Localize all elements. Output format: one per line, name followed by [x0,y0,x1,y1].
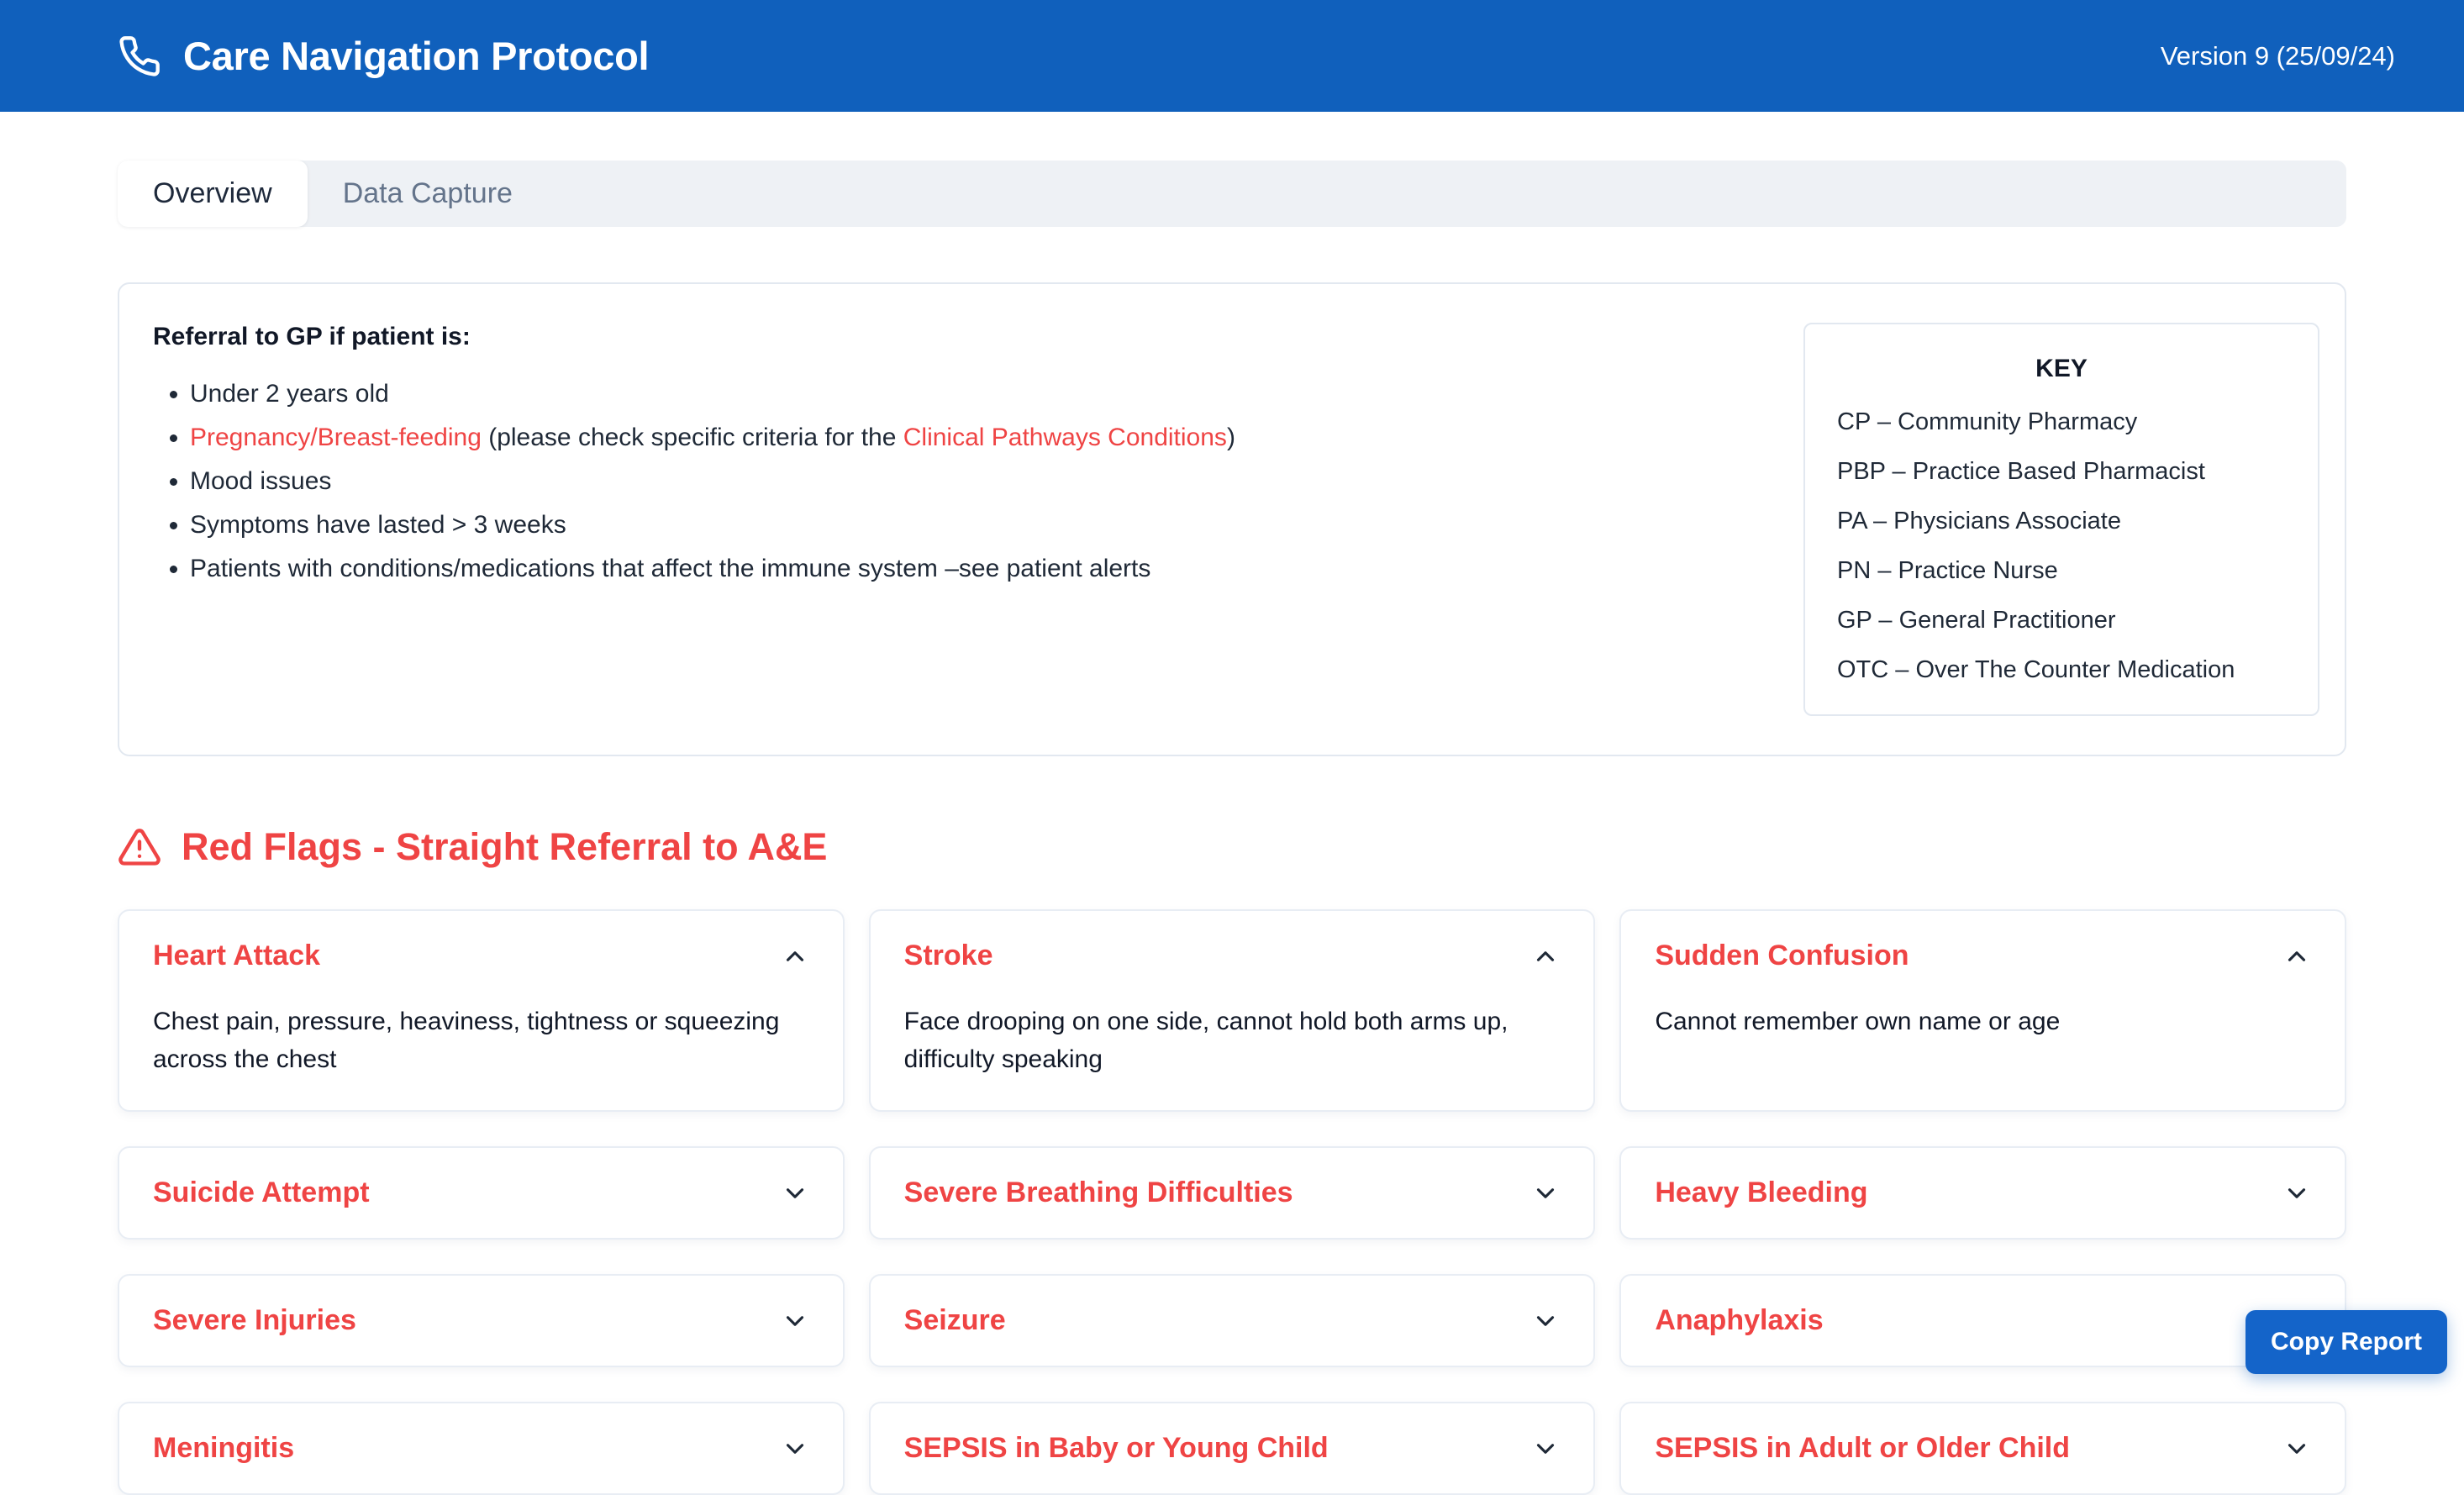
tab-data-capture[interactable]: Data Capture [308,161,548,227]
chevron-down-icon[interactable] [1531,1179,1560,1208]
card-severe-injuries: Severe Injuries [118,1274,845,1367]
bullet-text: Symptoms have lasted > 3 weeks [190,511,566,539]
chevron-down-icon[interactable] [1531,1434,1560,1463]
card-anaphylaxis: Anaphylaxis [1619,1274,2346,1367]
card-toggle[interactable]: SEPSIS in Adult or Older Child [1655,1432,2311,1465]
referral-bullet-list: Under 2 years old Pregnancy/Breast-feedi… [153,380,1235,583]
chevron-up-icon[interactable] [781,942,809,971]
card-toggle[interactable]: SEPSIS in Baby or Young Child [904,1432,1561,1465]
referral-bullet: Under 2 years old [190,380,1235,408]
referral-bullet: Mood issues [190,467,1235,496]
key-legend: KEY CP – Community Pharmacy PBP – Practi… [1803,323,2319,716]
card-sepsis-baby: SEPSIS in Baby or Young Child [869,1402,1596,1495]
tab-bar: Overview Data Capture [118,161,2346,227]
red-flags-grid: Heart Attack Chest pain, pressure, heavi… [118,909,2346,1495]
card-suicide-attempt: Suicide Attempt [118,1146,845,1240]
card-title: Heavy Bleeding [1655,1177,1867,1209]
referral-heading: Referral to GP if patient is: [153,323,1235,351]
card-toggle[interactable]: Suicide Attempt [153,1177,809,1209]
red-flags-heading-text: Red Flags - Straight Referral to A&E [182,825,827,869]
key-item: OTC – Over The Counter Medication [1837,656,2286,684]
card-toggle[interactable]: Sudden Confusion [1655,940,2311,972]
copy-report-button[interactable]: Copy Report [2246,1310,2447,1374]
warning-triangle-icon [118,825,161,869]
card-title: Severe Breathing Difficulties [904,1177,1293,1209]
card-title: SEPSIS in Adult or Older Child [1655,1432,2070,1465]
card-title: Severe Injuries [153,1304,356,1337]
card-sepsis-adult: SEPSIS in Adult or Older Child [1619,1402,2346,1495]
card-toggle[interactable]: Meningitis [153,1432,809,1465]
tab-overview[interactable]: Overview [118,161,308,227]
card-toggle[interactable]: Seizure [904,1304,1561,1337]
card-stroke: Stroke Face drooping on one side, cannot… [869,909,1596,1112]
card-title: Anaphylaxis [1655,1304,1823,1337]
card-heart-attack: Heart Attack Chest pain, pressure, heavi… [118,909,845,1112]
card-title: Stroke [904,940,993,972]
main-content: Overview Data Capture Referral to GP if … [0,161,2464,1495]
card-title: Sudden Confusion [1655,940,1909,972]
card-toggle[interactable]: Anaphylaxis [1655,1304,2311,1337]
bullet-text: Mood issues [190,467,331,495]
key-item: PBP – Practice Based Pharmacist [1837,458,2286,486]
card-title: Heart Attack [153,940,320,972]
key-item: PA – Physicians Associate [1837,508,2286,535]
red-flags-heading: Red Flags - Straight Referral to A&E [118,825,2346,869]
card-title: Seizure [904,1304,1006,1337]
card-seizure: Seizure [869,1274,1596,1367]
clinical-pathways-link[interactable]: Clinical Pathways Conditions [903,424,1227,451]
chevron-down-icon[interactable] [2282,1179,2311,1208]
phone-icon [118,34,161,78]
referral-bullet: Patients with conditions/medications tha… [190,555,1235,583]
card-body: Chest pain, pressure, heaviness, tightne… [153,1003,800,1078]
card-severe-breathing-difficulties: Severe Breathing Difficulties [869,1146,1596,1240]
bullet-text: ) [1227,424,1235,451]
referral-bullet: Pregnancy/Breast-feeding (please check s… [190,424,1235,452]
chevron-down-icon[interactable] [781,1307,809,1335]
chevron-down-icon[interactable] [781,1434,809,1463]
card-heavy-bleeding: Heavy Bleeding [1619,1146,2346,1240]
bullet-text: Under 2 years old [190,380,389,408]
chevron-down-icon[interactable] [2282,1434,2311,1463]
key-item: CP – Community Pharmacy [1837,408,2286,436]
card-toggle[interactable]: Severe Breathing Difficulties [904,1177,1561,1209]
key-item: PN – Practice Nurse [1837,557,2286,585]
referral-panel: Referral to GP if patient is: Under 2 ye… [118,282,2346,756]
chevron-up-icon[interactable] [2282,942,2311,971]
card-body: Cannot remember own name or age [1655,1003,2302,1040]
app-header: Care Navigation Protocol Version 9 (25/0… [0,0,2464,112]
card-sudden-confusion: Sudden Confusion Cannot remember own nam… [1619,909,2346,1112]
referral-criteria: Referral to GP if patient is: Under 2 ye… [153,323,1235,716]
card-title: SEPSIS in Baby or Young Child [904,1432,1329,1465]
bullet-text: Patients with conditions/medications tha… [190,555,1150,582]
pregnancy-link[interactable]: Pregnancy/Breast-feeding [190,424,482,451]
bullet-text: (please check specific criteria for the [482,424,903,451]
version-label: Version 9 (25/09/24) [2161,41,2395,71]
key-title: KEY [1837,355,2286,383]
card-title: Meningitis [153,1432,294,1465]
page-title: Care Navigation Protocol [183,33,649,79]
chevron-up-icon[interactable] [1531,942,1560,971]
card-body: Face drooping on one side, cannot hold b… [904,1003,1551,1078]
chevron-down-icon[interactable] [781,1179,809,1208]
card-title: Suicide Attempt [153,1177,370,1209]
card-toggle[interactable]: Severe Injuries [153,1304,809,1337]
card-toggle[interactable]: Heart Attack [153,940,809,972]
key-item: GP – General Practitioner [1837,607,2286,634]
referral-bullet: Symptoms have lasted > 3 weeks [190,511,1235,540]
card-meningitis: Meningitis [118,1402,845,1495]
chevron-down-icon[interactable] [1531,1307,1560,1335]
card-toggle[interactable]: Heavy Bleeding [1655,1177,2311,1209]
card-toggle[interactable]: Stroke [904,940,1561,972]
